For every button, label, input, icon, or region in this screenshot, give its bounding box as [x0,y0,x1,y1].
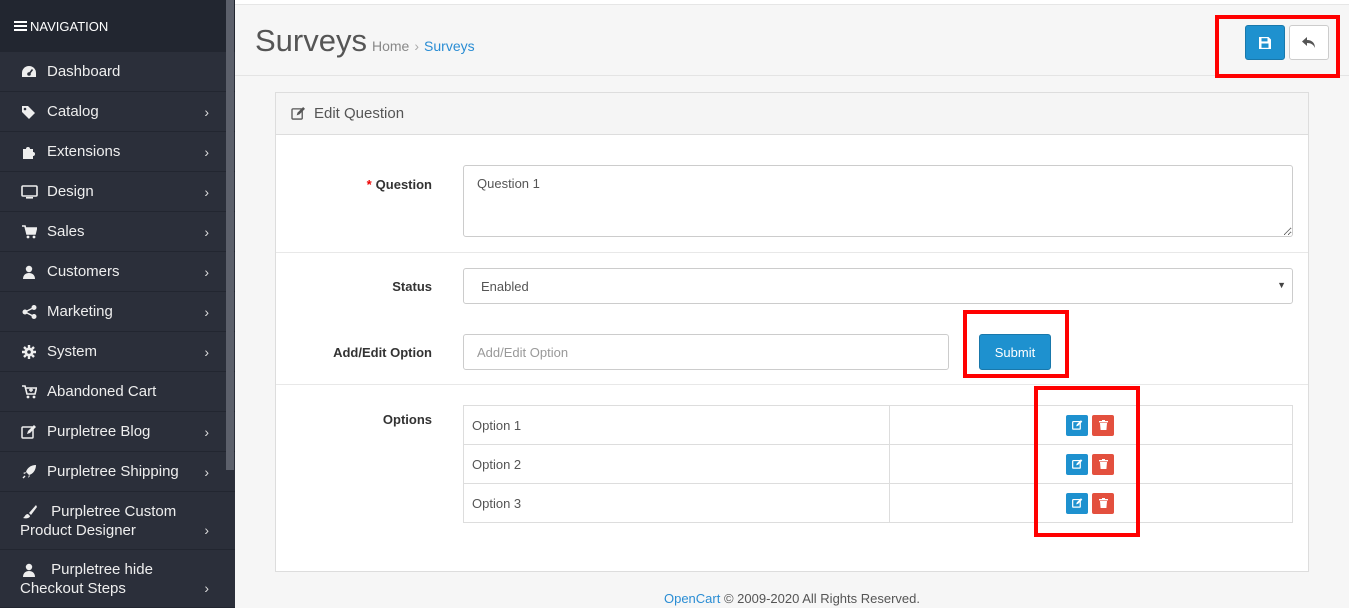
sidebar-item-label: Abandoned Cart [47,383,157,400]
chevron-right-icon: › [204,463,209,480]
option-name: Option 3 [463,483,890,523]
monitor-icon [20,184,38,199]
copyright-text: © 2009-2020 All Rights Reserved. [723,591,921,606]
question-textarea[interactable]: Question 1 [463,165,1293,237]
table-row: Option 2 [463,444,1293,484]
nav-header-label: NAVIGATION [30,18,109,34]
sidebar-item-purpletree-shipping[interactable]: Purpletree Shipping › [0,452,235,492]
dashboard-icon [20,65,38,79]
sidebar-item-purpletree-hide-checkout-steps[interactable]: Purpletree hide Checkout Steps › [0,550,235,608]
add-edit-option-label: Add/Edit Option [333,345,432,360]
sidebar-item-label: Dashboard [47,63,121,80]
breadcrumb-separator: › [414,38,420,54]
sidebar-item-label: Sales [47,223,85,240]
status-label: Status [392,279,432,294]
sidebar: NAVIGATION Dashboard Catalog › Extension… [0,0,235,608]
sidebar-item-customers[interactable]: Customers › [0,252,235,292]
cart-plus-icon [20,384,38,399]
puzzle-icon [20,145,38,159]
status-selected-value: Enabled [481,278,529,294]
page-title: Surveys [255,23,367,58]
options-label: Options [382,412,432,427]
edit-question-panel: Edit Question * Question Question 1 Statu… [275,92,1309,572]
panel-title: Edit Question [314,105,405,122]
sidebar-item-catalog[interactable]: Catalog › [0,92,235,132]
chevron-right-icon: › [204,223,209,240]
sidebar-item-system[interactable]: System › [0,332,235,372]
brush-icon [20,505,38,519]
chevron-right-icon: › [204,423,209,440]
sidebar-item-label: Catalog [47,103,99,120]
user-icon [20,265,38,279]
highlight-box-option-actions [1034,386,1140,537]
breadcrumb: Home › Surveys [372,38,475,54]
sidebar-item-label: Design [47,183,94,200]
chevron-right-icon: › [204,263,209,280]
highlight-box-submit [963,310,1069,378]
status-select[interactable]: Enabled ▼ [463,268,1293,304]
question-label: * Question [367,177,432,192]
table-row: Option 1 [463,405,1293,445]
sidebar-item-label: Purpletree Blog [47,423,151,440]
sidebar-item-dashboard[interactable]: Dashboard [0,52,235,92]
opencart-link[interactable]: OpenCart [664,591,720,606]
add-edit-option-input[interactable] [463,334,949,370]
chevron-right-icon: › [204,183,209,200]
breadcrumb-surveys[interactable]: Surveys [424,38,475,54]
pencil-square-icon [291,107,306,120]
chevron-right-icon: › [204,343,209,360]
rocket-icon [20,464,38,479]
sidebar-scrollbar[interactable] [226,0,234,470]
table-row: Option 3 [463,483,1293,523]
sidebar-item-label: Customers [47,263,120,280]
sidebar-item-sales[interactable]: Sales › [0,212,235,252]
question-label-text: Question [375,177,432,192]
option-name: Option 2 [463,444,890,484]
chevron-right-icon: › [204,143,209,160]
sidebar-item-purpletree-blog[interactable]: Purpletree Blog › [0,412,235,452]
sidebar-item-design[interactable]: Design › [0,172,235,212]
sidebar-item-label: Purpletree Shipping [47,463,179,480]
options-table: Option 1 Option 2 Option 3 [463,405,1293,523]
sidebar-item-label: System [47,343,98,360]
sidebar-item-abandoned-cart[interactable]: Abandoned Cart [0,372,235,412]
option-name: Option 1 [463,405,890,445]
sidebar-item-extensions[interactable]: Extensions › [0,132,235,172]
sidebar-item-purpletree-custom-product-designer[interactable]: Purpletree Custom Product Designer › [0,492,235,550]
panel-heading: Edit Question [276,93,1308,135]
highlight-box-header-buttons [1215,15,1340,78]
cart-icon [20,224,38,239]
sidebar-item-label: Purpletree Custom Product Designer [20,503,177,539]
chevron-right-icon: › [204,103,209,120]
chevron-right-icon: › [204,303,209,320]
sidebar-item-marketing[interactable]: Marketing › [0,292,235,332]
sidebar-item-label: Extensions [47,143,121,160]
chevron-right-icon: › [204,522,209,538]
tags-icon [20,105,38,119]
breadcrumb-home[interactable]: Home [372,38,409,54]
page-header: Surveys Home › Surveys [235,5,1349,76]
sidebar-item-label: Marketing [47,303,113,320]
user-icon [20,563,38,578]
nav-header[interactable]: NAVIGATION [0,0,235,52]
share-icon [20,304,38,319]
required-marker: * [366,177,372,192]
gear-icon [20,344,38,359]
chevron-right-icon: › [204,580,209,596]
edit-icon [20,424,38,439]
caret-down-icon: ▼ [1277,280,1286,290]
footer: OpenCart © 2009-2020 All Rights Reserved… [235,591,1349,606]
sidebar-item-label: Purpletree hide Checkout Steps [20,561,153,597]
menu-icon [14,19,27,33]
divider [276,384,1308,385]
divider [276,252,1308,253]
